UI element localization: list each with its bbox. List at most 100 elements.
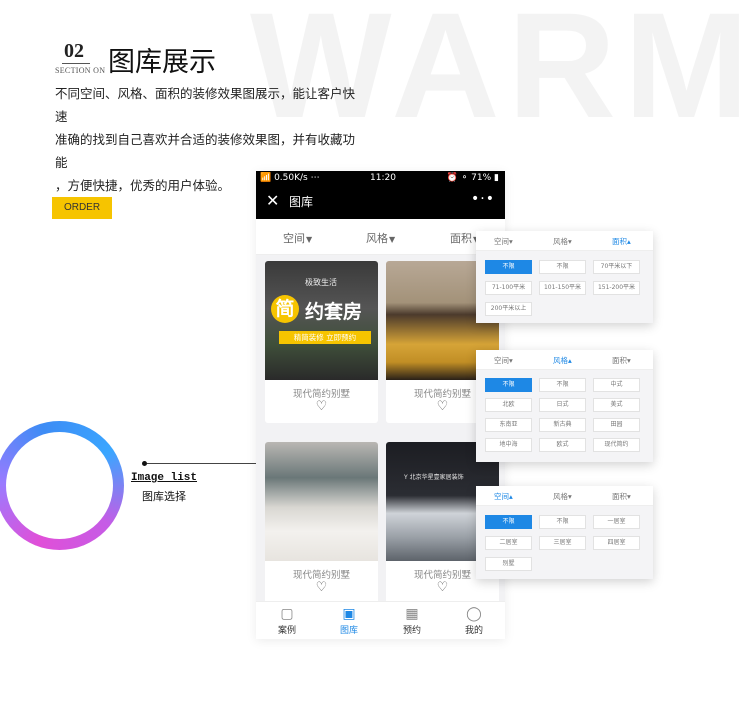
filter-option[interactable]: 不限 <box>539 515 586 529</box>
gradient-ring-decoration <box>0 421 124 550</box>
promo-mark: 简 <box>271 295 299 323</box>
promo-title: 约套房 <box>305 301 363 323</box>
filter-option[interactable]: 中式 <box>593 378 640 392</box>
filter-option[interactable]: 四居室 <box>593 536 640 550</box>
tab-label: 预约 <box>402 626 421 636</box>
filter-option[interactable]: 美式 <box>593 398 640 412</box>
filter-option[interactable]: 不限 <box>539 260 586 274</box>
filter-option[interactable]: 北欧 <box>485 398 532 412</box>
filter-option[interactable]: 不限 <box>539 378 586 392</box>
description-line: 准确的找到自己喜欢并合适的装修效果图，并有收藏功能 <box>55 132 356 170</box>
card-image: 极致生活 简 约套房 精简装修 立即预约 <box>265 261 378 380</box>
panel-options: 不限 不限 一居室 二居室 三居室 四居室 别墅 <box>476 506 653 579</box>
image-grid: 极致生活 简 约套房 精简装修 立即预约 现代简约别墅 ♡ 现代简约别墅 ♡ 现… <box>256 255 505 604</box>
filter-option[interactable]: 三居室 <box>539 536 586 550</box>
user-icon: ◯ <box>466 606 482 622</box>
panel-tab-area[interactable]: 面积▾ <box>612 491 631 502</box>
filter-option[interactable]: 别墅 <box>485 557 532 571</box>
description-line: 不同空间、风格、面积的装修效果图展示，能让客户快速 <box>55 86 356 124</box>
panel-tab-space[interactable]: 空间▾ <box>494 355 513 366</box>
filter-option[interactable]: 一居室 <box>593 515 640 529</box>
image-card[interactable]: 现代简约别墅 ♡ <box>265 442 378 604</box>
card-image <box>265 442 378 561</box>
filter-option[interactable]: 新古典 <box>539 418 586 432</box>
panel-tab-space[interactable]: 空间▾ <box>494 236 513 247</box>
panel-tab-space[interactable]: 空间▴ <box>494 491 513 502</box>
tab-profile[interactable]: ◯ 我的 <box>454 605 494 636</box>
callout-line <box>147 463 257 464</box>
tab-label: 图库 <box>339 626 358 636</box>
order-badge: ORDER <box>52 197 112 219</box>
caret-down-icon: ▼ <box>306 235 313 244</box>
panel-options: 不限 不限 中式 北欧 日式 美式 东南亚 新古典 田园 地中海 欧式 现代简约 <box>476 370 653 462</box>
nav-title: 图库 <box>289 195 314 209</box>
tab-label: 案例 <box>277 626 296 636</box>
panel-options: 不限 不限 70平米以下 71-100平米 101-150平米 151-200平… <box>476 251 653 323</box>
section-label: SECTION ON <box>55 66 106 75</box>
filter-panel-style: 空间▾ 风格▴ 面积▾ 不限 不限 中式 北欧 日式 美式 东南亚 新古典 田园… <box>476 350 653 462</box>
filter-space[interactable]: 空间▼ <box>283 230 312 246</box>
filter-option[interactable]: 东南亚 <box>485 418 532 432</box>
tab-cases[interactable]: ▢ 案例 <box>267 605 307 636</box>
folder-icon: ▢ <box>280 606 294 622</box>
callout-subtitle: 图库选择 <box>142 490 186 503</box>
panel-tabs: 空间▾ 风格▾ 面积▴ <box>476 231 653 251</box>
calendar-icon: ▦ <box>405 606 419 622</box>
callout-title: Image list <box>131 472 198 484</box>
heart-icon[interactable]: ♡ <box>265 580 378 595</box>
image-icon: ▣ <box>342 606 356 622</box>
filter-bar: 空间▼ 风格▼ 面积▼ <box>256 219 505 255</box>
filter-area[interactable]: 面积▼ <box>450 230 479 246</box>
filter-option[interactable]: 二居室 <box>485 536 532 550</box>
filter-option[interactable]: 现代简约 <box>593 438 640 452</box>
filter-option[interactable]: 不限 <box>485 378 532 392</box>
filter-option[interactable]: 欧式 <box>539 438 586 452</box>
filter-option[interactable]: 101-150平米 <box>539 281 586 295</box>
nav-bar: ✕ 图库 •·• <box>256 185 505 219</box>
tab-gallery[interactable]: ▣ 图库 <box>329 605 369 636</box>
card-title: 现代简约别墅 <box>292 570 350 581</box>
panel-tab-style[interactable]: 风格▾ <box>553 236 572 247</box>
filter-panel-space: 空间▴ 风格▾ 面积▾ 不限 不限 一居室 二居室 三居室 四居室 别墅 <box>476 486 653 579</box>
heart-icon[interactable]: ♡ <box>265 399 378 414</box>
panel-tab-style[interactable]: 风格▾ <box>553 491 572 502</box>
filter-panel-area: 空间▾ 风格▾ 面积▴ 不限 不限 70平米以下 71-100平米 101-15… <box>476 231 653 323</box>
status-bar: 📶 0.50K/s ⋯ 11:20 ⏰ ⚬ 71% ▮ <box>256 171 505 185</box>
panel-tab-style[interactable]: 风格▴ <box>553 355 572 366</box>
promo-button[interactable]: 精简装修 立即预约 <box>279 331 371 344</box>
promo-subtitle: 极致生活 <box>305 278 337 287</box>
tab-booking[interactable]: ▦ 预约 <box>392 605 432 636</box>
tab-label: 我的 <box>464 626 483 636</box>
heart-icon[interactable]: ♡ <box>386 580 499 595</box>
status-battery: ⏰ ⚬ 71% ▮ <box>446 173 499 183</box>
panel-tab-area[interactable]: 面积▾ <box>612 355 631 366</box>
panel-tab-area[interactable]: 面积▴ <box>612 236 631 247</box>
filter-option[interactable]: 71-100平米 <box>485 281 532 295</box>
filter-option[interactable]: 不限 <box>485 260 532 274</box>
page-title: 图库展示 <box>108 47 216 78</box>
panel-tabs: 空间▴ 风格▾ 面积▾ <box>476 486 653 506</box>
tab-bar: ▢ 案例 ▣ 图库 ▦ 预约 ◯ 我的 <box>256 601 505 639</box>
filter-style[interactable]: 风格▼ <box>366 230 395 246</box>
filter-option[interactable]: 不限 <box>485 515 532 529</box>
filter-option[interactable]: 地中海 <box>485 438 532 452</box>
image-card[interactable]: 极致生活 简 约套房 精简装修 立即预约 现代简约别墅 ♡ <box>265 261 378 423</box>
filter-option[interactable]: 田园 <box>593 418 640 432</box>
card-title: 现代简约别墅 <box>292 389 350 400</box>
close-icon[interactable]: ✕ <box>266 191 279 210</box>
image-caption: Y 北京华星壹家居装饰 <box>404 474 464 481</box>
more-icon[interactable]: •·• <box>471 191 495 207</box>
filter-option[interactable]: 151-200平米 <box>593 281 640 295</box>
section-number: 02 <box>64 40 84 62</box>
filter-option[interactable]: 70平米以下 <box>593 260 640 274</box>
filter-label: 空间 <box>283 232 305 245</box>
status-time: 11:20 <box>370 173 396 183</box>
filter-option[interactable]: 日式 <box>539 398 586 412</box>
filter-option[interactable]: 200平米以上 <box>485 302 532 316</box>
panel-tabs: 空间▾ 风格▴ 面积▾ <box>476 350 653 370</box>
status-network: 📶 0.50K/s ⋯ <box>260 173 320 183</box>
filter-label: 风格 <box>366 232 388 245</box>
filter-label: 面积 <box>450 232 472 245</box>
section-divider <box>62 63 90 64</box>
phone-screen: 📶 0.50K/s ⋯ 11:20 ⏰ ⚬ 71% ▮ ✕ 图库 •·• 空间▼… <box>256 171 505 639</box>
